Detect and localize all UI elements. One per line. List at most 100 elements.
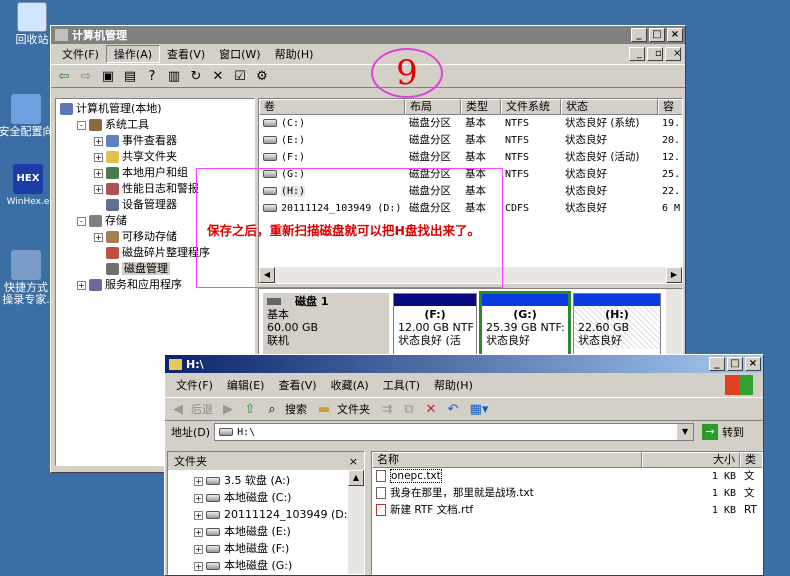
column-header[interactable]: 状态: [561, 99, 658, 115]
minimize-button[interactable]: _: [709, 357, 725, 371]
back-icon[interactable]: ◀: [169, 400, 187, 418]
views-icon[interactable]: ▦▾: [466, 400, 492, 418]
search-icon[interactable]: ⌕: [263, 400, 281, 418]
back-label[interactable]: 后退: [191, 401, 213, 417]
file-row[interactable]: 我身在那里，那里就是战场.txt 1 KB 文: [372, 485, 762, 502]
search-button[interactable]: 搜索: [285, 401, 307, 417]
volume-cell-layout: 磁盘分区: [409, 117, 451, 129]
menu-view[interactable]: 查看(V): [271, 377, 323, 393]
forward-icon[interactable]: ▶: [219, 400, 237, 418]
column-header[interactable]: 类型: [461, 99, 501, 115]
menu-help[interactable]: 帮助(H): [427, 377, 480, 393]
minimize-button[interactable]: _: [631, 28, 647, 42]
column-header[interactable]: 文件系统: [501, 99, 561, 115]
menu-window[interactable]: 窗口(W): [212, 46, 267, 62]
menu-help[interactable]: 帮助(H): [268, 46, 321, 62]
menu-favorites[interactable]: 收藏(A): [324, 377, 376, 393]
tree-item[interactable]: 计算机管理(本地): [56, 101, 254, 117]
tree-item[interactable]: - 系统工具: [56, 117, 254, 133]
expand-toggle-icon[interactable]: -: [77, 120, 86, 130]
menu-tools[interactable]: 工具(T): [376, 377, 427, 393]
folder-tree-item[interactable]: + 本地磁盘 (C:): [194, 489, 364, 506]
up-folder-icon[interactable]: ▣: [99, 67, 117, 85]
child-restore-button[interactable]: ▫: [647, 47, 663, 61]
menu-file[interactable]: 文件(F): [55, 46, 106, 62]
folders-button[interactable]: 文件夹: [337, 401, 370, 417]
scroll-right-button[interactable]: ▶: [666, 267, 682, 283]
folder-tree-item[interactable]: + 本地磁盘 (F:): [194, 540, 364, 557]
maximize-button[interactable]: □: [727, 357, 743, 371]
expand-toggle-icon[interactable]: +: [94, 232, 103, 242]
volume-row[interactable]: (F:) 磁盘分区 基本 NTFS 状态良好 (活动) 12.: [259, 149, 682, 166]
desktop-icon-shortcut[interactable]: 快捷方式 操录专家.: [0, 250, 56, 306]
tree-item[interactable]: + 事件查看器: [56, 133, 254, 149]
menu-file[interactable]: 文件(F): [169, 377, 220, 393]
column-header[interactable]: 名称: [372, 452, 642, 468]
folders-icon[interactable]: ▬: [315, 400, 333, 418]
refresh-icon[interactable]: ↻: [187, 67, 205, 85]
close-button[interactable]: ×: [667, 28, 683, 42]
menu-edit[interactable]: 编辑(E): [220, 377, 272, 393]
back-arrow-icon[interactable]: ⇦: [55, 67, 73, 85]
show-tree-icon[interactable]: ▤: [121, 67, 139, 85]
folder-tree-item[interactable]: +20111124_103949 (D:): [194, 506, 364, 523]
partition-f[interactable]: (F:) 12.00 GB NTF 状态良好 (活: [393, 293, 477, 357]
expand-toggle-icon[interactable]: +: [94, 184, 103, 194]
partition-h[interactable]: (H:) 22.60 GB 状态良好: [573, 293, 661, 357]
column-header[interactable]: 布局: [405, 99, 461, 115]
expand-toggle-icon[interactable]: +: [194, 510, 203, 520]
cd-drive-icon: [206, 511, 220, 519]
help-icon[interactable]: ?: [143, 67, 161, 85]
up-icon[interactable]: ⇧: [241, 400, 259, 418]
delete-icon[interactable]: ✕: [209, 67, 227, 85]
volume-cell-type: 基本: [465, 117, 486, 129]
column-header[interactable]: 容: [658, 99, 682, 115]
address-input[interactable]: H:\ ▼: [214, 423, 695, 441]
expand-toggle-icon[interactable]: +: [94, 152, 103, 162]
folders-pane-close-button[interactable]: ×: [349, 455, 358, 468]
expand-toggle-icon[interactable]: +: [77, 280, 86, 290]
go-button[interactable]: 转到: [722, 424, 744, 440]
properties-icon[interactable]: ▥: [165, 67, 183, 85]
expand-toggle-icon[interactable]: +: [194, 493, 203, 503]
desktop-icon-security-config[interactable]: 安全配置向: [0, 94, 56, 138]
expand-toggle-icon[interactable]: +: [194, 544, 203, 554]
move-to-icon[interactable]: ⇉: [378, 400, 396, 418]
expand-toggle-icon[interactable]: +: [94, 136, 103, 146]
menu-action[interactable]: 操作(A): [105, 45, 161, 63]
forward-arrow-icon[interactable]: ⇨: [77, 67, 95, 85]
file-row[interactable]: onepc.txt 1 KB 文: [372, 468, 762, 485]
tree-item[interactable]: + 共享文件夹: [56, 149, 254, 165]
close-button[interactable]: ×: [745, 357, 761, 371]
expand-toggle-icon[interactable]: -: [77, 216, 86, 226]
column-header[interactable]: 大小: [642, 452, 740, 468]
column-header[interactable]: 类: [740, 452, 762, 468]
volume-row[interactable]: (C:) 磁盘分区 基本 NTFS 状态良好 (系统) 19.: [259, 115, 682, 132]
volume-row[interactable]: (E:) 磁盘分区 基本 NTFS 状态良好 20.: [259, 132, 682, 149]
address-dropdown-button[interactable]: ▼: [677, 424, 694, 440]
copy-to-icon[interactable]: ⧉: [400, 400, 418, 418]
child-close-button[interactable]: ×: [665, 47, 681, 61]
expand-toggle-icon[interactable]: +: [94, 168, 103, 178]
scroll-up-button[interactable]: ▲: [348, 470, 364, 486]
expand-toggle-icon[interactable]: +: [194, 561, 203, 571]
undo-icon[interactable]: ↶: [444, 400, 462, 418]
partition-g[interactable]: (G:) 25.39 GB NTF: 状态良好: [479, 291, 571, 359]
folder-tree-item[interactable]: + 本地磁盘 (G:): [194, 557, 364, 574]
folder-tree-item[interactable]: + 本地磁盘 (E:): [194, 523, 364, 540]
file-row[interactable]: 新建 RTF 文档.rtf 1 KB RT: [372, 502, 762, 519]
properties-sheet-icon[interactable]: ☑: [231, 67, 249, 85]
delete-icon[interactable]: ✕: [422, 400, 440, 418]
disk-size: 60.00 GB: [267, 321, 319, 334]
child-minimize-button[interactable]: _: [629, 47, 645, 61]
expand-toggle-icon[interactable]: +: [194, 527, 203, 537]
folder-tree-item[interactable]: +3.5 软盘 (A:): [194, 472, 364, 489]
expand-toggle-icon[interactable]: +: [194, 476, 203, 486]
maximize-button[interactable]: □: [649, 28, 665, 42]
file-type: 文: [744, 487, 755, 499]
column-header[interactable]: 卷: [259, 99, 405, 115]
menu-view[interactable]: 查看(V): [160, 46, 212, 62]
disk-settings-icon[interactable]: ⚙: [253, 67, 271, 85]
vertical-scrollbar[interactable]: ▲: [348, 470, 364, 574]
go-arrow-icon[interactable]: →: [702, 424, 719, 440]
